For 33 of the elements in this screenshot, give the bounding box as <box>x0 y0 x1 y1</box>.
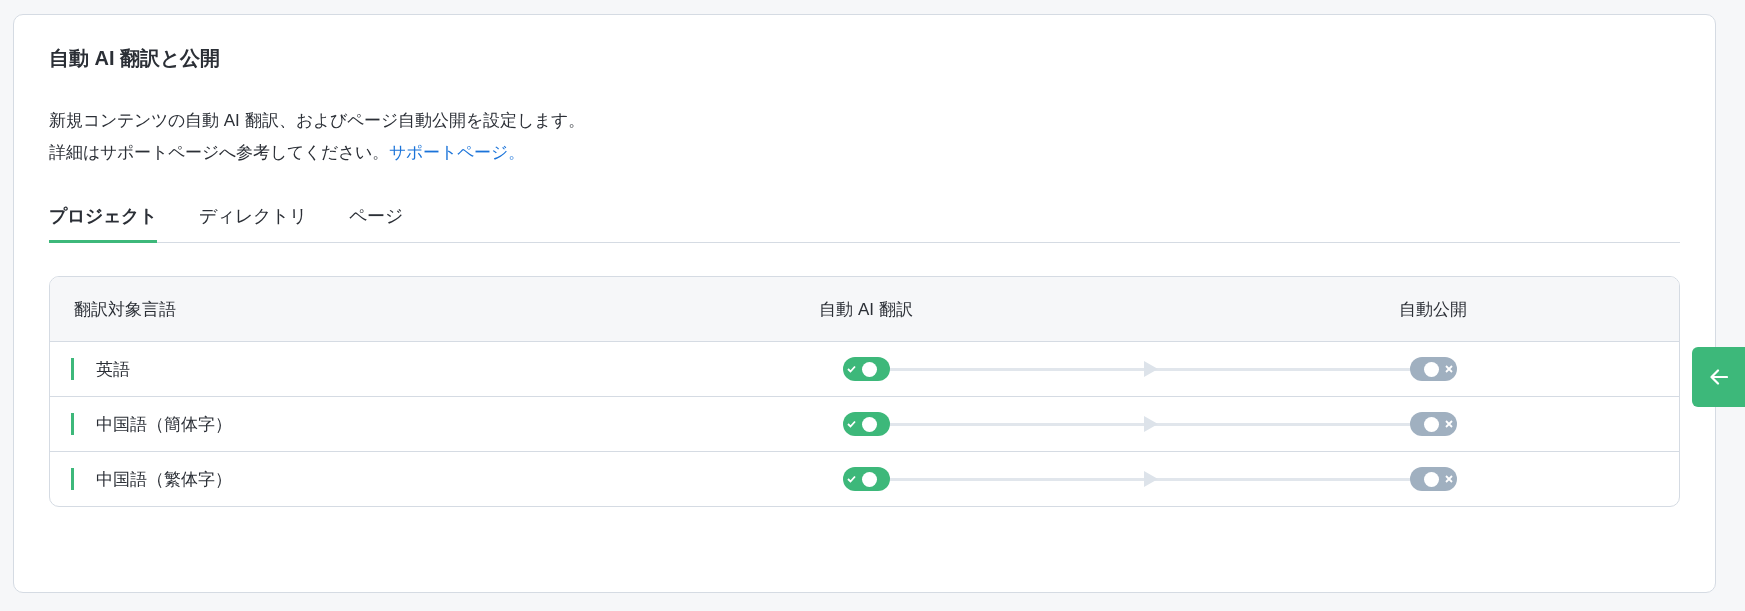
row-marker <box>71 413 74 435</box>
close-icon <box>1444 365 1453 373</box>
language-name: 中国語（簡体字） <box>96 413 232 436</box>
section-title: 自動 AI 翻訳と公開 <box>49 46 221 71</box>
toggle-switch[interactable] <box>1409 357 1457 381</box>
help-text: 詳細はサポートページへ参考してください。 <box>49 142 389 164</box>
tab[interactable]: ページ <box>349 194 403 243</box>
support-link[interactable]: サポートページ。 <box>389 143 525 162</box>
column-header: 翻訳対象言語 <box>73 298 176 321</box>
check-icon <box>846 420 856 428</box>
arrow-left-icon <box>1709 369 1728 385</box>
check-icon <box>846 365 856 373</box>
collapse-panel-button[interactable] <box>1692 347 1745 407</box>
row-marker <box>71 358 74 380</box>
column-header: 自動公開 <box>1399 298 1467 321</box>
language-name: 中国語（繁体字） <box>96 468 232 491</box>
tab[interactable]: プロジェクト <box>49 194 157 243</box>
arrow-icon <box>1143 361 1158 377</box>
toggle-switch[interactable] <box>842 412 890 436</box>
tab[interactable]: ディレクトリ <box>199 194 307 243</box>
language-name: 英語 <box>96 358 130 381</box>
close-icon <box>1444 420 1453 428</box>
arrow-icon <box>1143 416 1158 432</box>
toggle-switch[interactable] <box>1409 467 1457 491</box>
description-text: 新規コンテンツの自動 AI 翻訳、およびページ自動公開を設定します。 <box>49 110 585 132</box>
toggle-switch[interactable] <box>842 357 890 381</box>
arrow-icon <box>1143 471 1158 487</box>
check-icon <box>846 475 856 483</box>
toggle-switch[interactable] <box>1409 412 1457 436</box>
row-marker <box>71 468 74 490</box>
toggle-switch[interactable] <box>842 467 890 491</box>
close-icon <box>1444 475 1453 483</box>
column-header: 自動 AI 翻訳 <box>819 298 913 321</box>
